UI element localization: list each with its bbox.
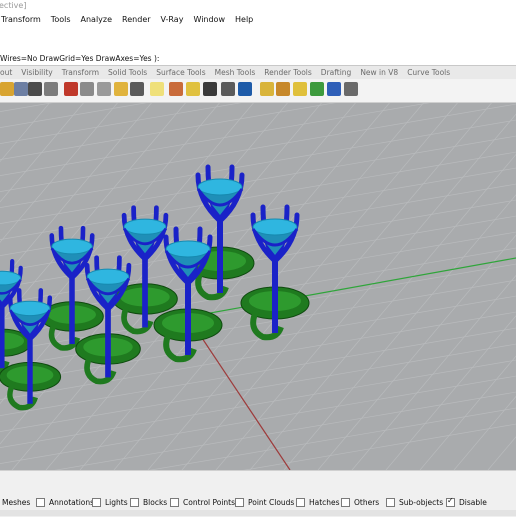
osnap-control-points[interactable]: Control Points [170,498,235,507]
grid-icon[interactable] [44,82,58,96]
tab-surface-tools[interactable]: Surface Tools [156,68,205,77]
checkbox[interactable] [36,498,45,507]
help-icon[interactable] [327,82,341,96]
render-sphere-icon[interactable] [203,82,217,96]
tab-curve-tools[interactable]: Curve Tools [407,68,450,77]
tab-drafting[interactable]: Drafting [321,68,352,77]
light-bulb-icon[interactable] [150,82,164,96]
checkbox[interactable] [130,498,139,507]
camera-icon[interactable] [130,82,144,96]
checkbox[interactable] [235,498,244,507]
menu-tools[interactable]: Tools [51,15,71,24]
earring-settings [0,164,310,411]
tab-new-in-v8[interactable]: New in V8 [360,68,398,77]
x-axis-line [187,316,291,470]
zoom-extents-icon[interactable] [80,82,94,96]
color-wheel-icon[interactable] [186,82,200,96]
toolbar-tabs: out Visibility Transform Solid Tools Sur… [0,66,516,79]
decal-icon[interactable] [293,82,307,96]
tab-transform[interactable]: Transform [62,68,99,77]
osnap-annotations[interactable]: Annotations [36,498,94,507]
tab-mesh-tools[interactable]: Mesh Tools [215,68,256,77]
menu-transform[interactable]: Transform [1,15,41,24]
menu-help[interactable]: Help [235,15,253,24]
options-icon[interactable] [344,82,358,96]
tab-visibility[interactable]: Visibility [21,68,52,77]
named-view-icon[interactable] [114,82,128,96]
window-title-bar: ective] [0,0,516,11]
checkbox[interactable] [386,498,395,507]
osnap-blocks[interactable]: Blocks [130,498,167,507]
checkbox[interactable] [341,498,350,507]
tab-layout[interactable]: out [0,68,12,77]
window-title: ective] [0,1,27,10]
checkbox[interactable] [296,498,305,507]
sun-icon[interactable] [260,82,274,96]
osnap-meshes[interactable]: Meshes [2,498,30,507]
bottom-toolbar-strip [0,510,516,516]
checkbox-checked[interactable] [446,496,455,507]
osnap-sub-objects[interactable]: Sub-objects [386,498,443,507]
rotate-view-icon[interactable] [28,82,42,96]
globe-icon[interactable] [310,82,324,96]
osnap-hatches[interactable]: Hatches [296,498,340,507]
command-prompt: Wires=No DrawGrid=Yes DrawAxes=Yes ): [0,54,160,63]
tab-solid-tools[interactable]: Solid Tools [108,68,147,77]
osnap-point-clouds[interactable]: Point Clouds [235,498,294,507]
osnap-lights[interactable]: Lights [92,498,128,507]
render-icon[interactable] [238,82,252,96]
properties-icon[interactable] [0,82,14,96]
texture-icon[interactable] [276,82,290,96]
tab-render-tools[interactable]: Render Tools [264,68,312,77]
checkbox[interactable] [92,498,101,507]
pan-icon[interactable] [14,82,28,96]
menu-window[interactable]: Window [193,15,225,24]
menu-bar: Transform Tools Analyze Render V-Ray Win… [0,11,516,28]
icon-toolbar [0,79,516,103]
menu-render[interactable]: Render [122,15,150,24]
viewport-scene [0,103,516,470]
zoom-window-icon[interactable] [97,82,111,96]
command-line[interactable]: Wires=No DrawGrid=Yes DrawAxes=Yes ): [0,53,516,66]
menu-vray[interactable]: V-Ray [161,15,184,24]
checkbox[interactable] [170,498,179,507]
menu-analyze[interactable]: Analyze [81,15,113,24]
construction-grid [0,103,516,470]
car-icon[interactable] [64,82,78,96]
osnap-others[interactable]: Others [341,498,379,507]
osnap-disable[interactable]: Disable [446,496,487,507]
perspective-viewport[interactable] [0,103,516,470]
material-icon[interactable] [169,82,183,96]
environment-sphere-icon[interactable] [221,82,235,96]
command-history [0,28,516,54]
